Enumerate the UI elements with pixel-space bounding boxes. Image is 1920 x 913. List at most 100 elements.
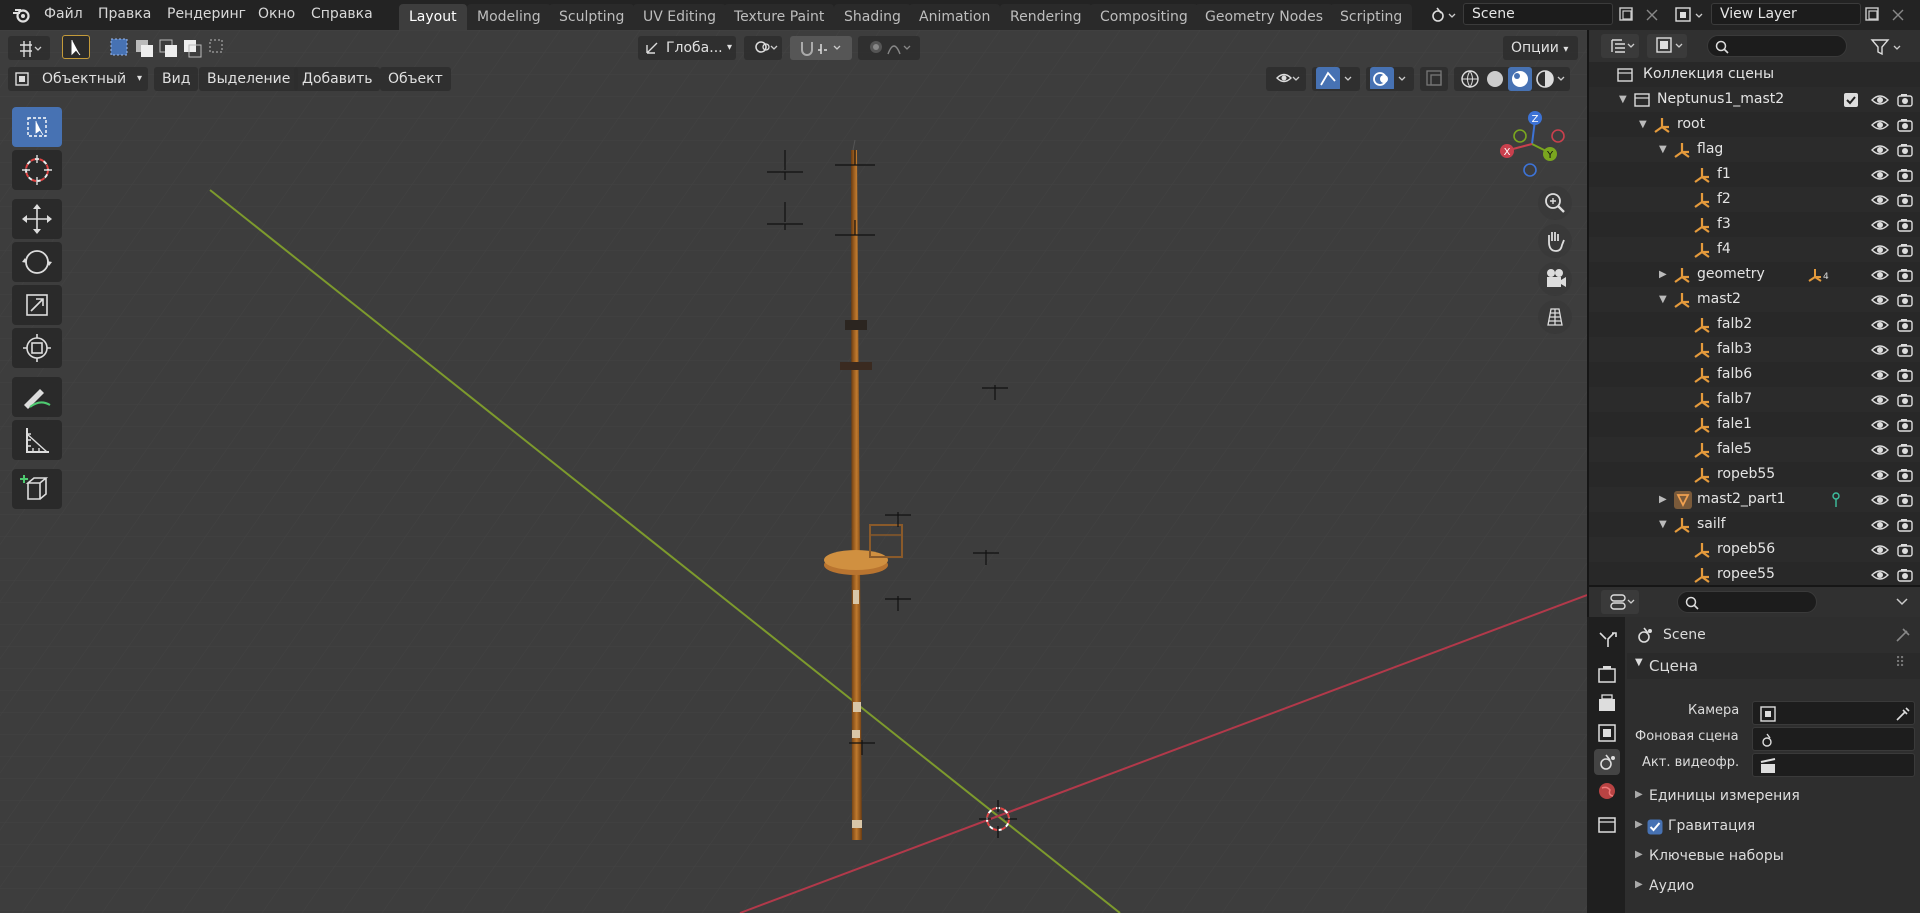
background-scene-field[interactable] (1752, 727, 1915, 751)
tool-move[interactable] (12, 199, 62, 239)
render-camera-icon[interactable] (1896, 242, 1914, 258)
outliner-row[interactable]: ▶ mast2_part1 (1589, 487, 1920, 512)
tab-texture-paint[interactable]: Texture Paint (724, 4, 835, 30)
eyedropper-icon[interactable] (1893, 705, 1911, 723)
pan-hand-icon[interactable] (1538, 224, 1572, 258)
tab-layout[interactable]: Layout (399, 4, 467, 30)
outliner-row[interactable]: ropee55 (1589, 562, 1920, 585)
render-camera-icon[interactable] (1896, 517, 1914, 533)
render-camera-icon[interactable] (1896, 392, 1914, 408)
snap-toggle[interactable] (790, 36, 852, 60)
pivot-point-dropdown[interactable] (744, 36, 782, 60)
tool-rotate[interactable] (12, 242, 62, 282)
outliner-row[interactable]: ▼ flag (1589, 137, 1920, 162)
new-scene-icon[interactable] (1617, 5, 1637, 25)
transform-pivot-button[interactable] (8, 36, 50, 60)
eye-icon[interactable] (1871, 392, 1889, 408)
menu-file[interactable]: Файл (44, 6, 83, 22)
render-camera-icon[interactable] (1896, 367, 1914, 383)
xray-toggle[interactable] (1420, 67, 1448, 91)
scene-name-field[interactable]: Scene (1463, 3, 1613, 25)
menu-view[interactable]: Вид (154, 67, 199, 91)
render-camera-icon[interactable] (1896, 267, 1914, 283)
section-keying-sets[interactable]: ▶ Ключевые наборы (1627, 845, 1920, 871)
scene-selector-icon[interactable] (1428, 5, 1458, 25)
render-camera-icon[interactable] (1896, 542, 1914, 558)
menu-object[interactable]: Объект (380, 67, 451, 91)
section-gravity[interactable]: ▶ Гравитация (1627, 815, 1920, 841)
selection-mode-group[interactable] (108, 36, 228, 60)
section-audio[interactable]: ▶ Аудио (1627, 875, 1920, 901)
tab-modeling[interactable]: Modeling (467, 4, 551, 30)
3d-viewport[interactable] (0, 30, 1587, 913)
render-camera-icon[interactable] (1896, 317, 1914, 333)
orientation-dropdown[interactable]: Глоба... ▾ (638, 36, 736, 60)
render-camera-icon[interactable] (1896, 292, 1914, 308)
render-camera-icon[interactable] (1896, 142, 1914, 158)
camera-field[interactable] (1752, 701, 1915, 725)
eye-icon[interactable] (1871, 542, 1889, 558)
menu-edit[interactable]: Правка (98, 6, 151, 22)
outliner-row[interactable]: falb6 (1589, 362, 1920, 387)
eye-icon[interactable] (1871, 492, 1889, 508)
chevron-down-icon[interactable]: ▼ (1619, 94, 1627, 105)
outliner-row[interactable]: falb7 (1589, 387, 1920, 412)
menu-select[interactable]: Выделение (199, 67, 299, 91)
eye-icon[interactable] (1871, 192, 1889, 208)
display-mode-dropdown[interactable] (1647, 34, 1687, 58)
tool-tab-icon[interactable] (1594, 627, 1620, 653)
tab-compositing[interactable]: Compositing (1090, 4, 1198, 30)
section-units[interactable]: ▶ Единицы измерения (1627, 785, 1920, 811)
eye-icon[interactable] (1871, 142, 1889, 158)
chevron-down-icon[interactable] (1894, 595, 1910, 609)
options-dropdown[interactable]: Опции ▾ (1503, 36, 1578, 60)
gizmo-toggle[interactable] (1312, 67, 1360, 91)
mode-dropdown[interactable]: Объектный ▾ (8, 67, 148, 91)
render-camera-icon[interactable] (1896, 492, 1914, 508)
menu-render[interactable]: Рендеринг (167, 6, 246, 22)
scene-collection-row[interactable]: Коллекция сцены (1589, 62, 1920, 87)
blender-logo-icon[interactable] (12, 7, 30, 23)
outliner-search-input[interactable] (1707, 35, 1847, 57)
tab-sculpting[interactable]: Sculpting (549, 4, 635, 30)
tab-animation[interactable]: Animation (909, 4, 1001, 30)
drag-handle-icon[interactable]: ⠿ (1895, 655, 1905, 671)
camera-view-icon[interactable] (1538, 262, 1572, 296)
chevron-right-icon[interactable]: ▶ (1659, 494, 1667, 505)
proportional-edit-toggle[interactable] (858, 36, 920, 60)
eye-icon[interactable] (1871, 267, 1889, 283)
outliner-row[interactable]: ▼ Neptunus1_mast2 (1589, 87, 1920, 112)
properties-search-input[interactable] (1677, 591, 1817, 613)
tab-rendering[interactable]: Rendering (1000, 4, 1092, 30)
view-layer-selector-icon[interactable] (1673, 5, 1707, 25)
gravity-checkbox[interactable] (1647, 819, 1663, 835)
active-clip-field[interactable] (1752, 753, 1915, 777)
outliner-row[interactable]: ▼ sailf (1589, 512, 1920, 537)
eye-icon[interactable] (1871, 442, 1889, 458)
view-layer-tab-icon[interactable] (1594, 720, 1620, 746)
render-camera-icon[interactable] (1896, 417, 1914, 433)
exclude-checkbox[interactable] (1843, 92, 1859, 108)
output-tab-icon[interactable] (1594, 691, 1620, 717)
outliner-row[interactable]: fale5 (1589, 437, 1920, 462)
render-camera-icon[interactable] (1896, 342, 1914, 358)
outliner-row[interactable]: f1 (1589, 162, 1920, 187)
outliner-row[interactable]: ▼ root (1589, 112, 1920, 137)
outliner-row[interactable]: ropeb56 (1589, 537, 1920, 562)
render-camera-icon[interactable] (1896, 467, 1914, 483)
perspective-toggle-icon[interactable] (1538, 300, 1572, 334)
eye-icon[interactable] (1871, 167, 1889, 183)
render-camera-icon[interactable] (1896, 117, 1914, 133)
render-camera-icon[interactable] (1896, 92, 1914, 108)
shading-mode-group[interactable] (1454, 67, 1570, 91)
scene-tab-icon[interactable] (1594, 749, 1620, 775)
render-camera-icon[interactable] (1896, 567, 1914, 583)
remove-view-layer-icon[interactable] (1888, 5, 1908, 25)
tool-annotate[interactable] (12, 377, 62, 417)
tool-cursor[interactable] (12, 150, 62, 190)
chevron-down-icon[interactable]: ▼ (1659, 519, 1667, 530)
chevron-down-icon[interactable]: ▼ (1659, 144, 1667, 155)
outliner-row[interactable]: f3 (1589, 212, 1920, 237)
outliner-row[interactable]: f4 (1589, 237, 1920, 262)
select-mode-button[interactable] (62, 35, 90, 59)
